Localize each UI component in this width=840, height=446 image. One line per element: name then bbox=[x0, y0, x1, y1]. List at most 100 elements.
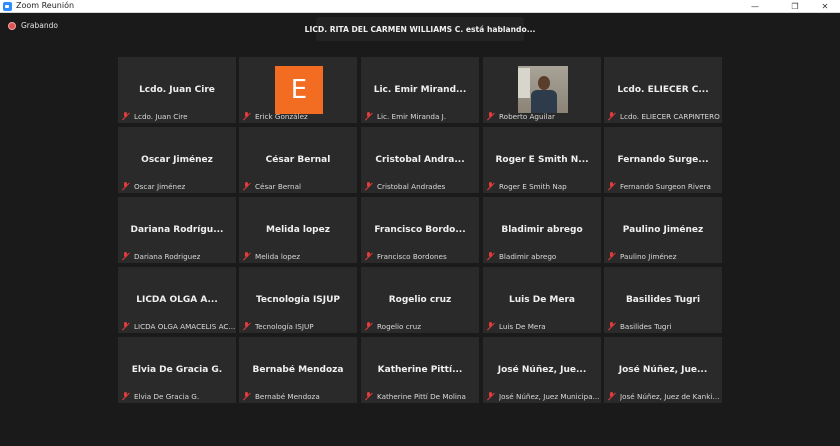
window-titlebar: Zoom Reunión — ❐ ✕ bbox=[0, 0, 840, 13]
participant-tile[interactable]: Rogelio cruz Rogelio cruz bbox=[361, 267, 479, 333]
participant-display-name: Tecnología ISJUP bbox=[255, 295, 341, 305]
muted-mic-icon bbox=[242, 182, 251, 191]
participant-name-bar: Elvia De Gracia G. bbox=[118, 390, 236, 403]
muted-mic-icon bbox=[121, 252, 130, 261]
participant-name-bar: Oscar Jiménez bbox=[118, 180, 236, 193]
muted-mic-icon bbox=[364, 252, 373, 261]
participant-display-name: Lcdo. Juan Cire bbox=[139, 85, 215, 95]
recording-label: Grabando bbox=[21, 21, 58, 30]
participant-display-name: Katherine Pittí... bbox=[377, 365, 463, 375]
participant-name-label: LICDA OLGA AMACELIS AC... bbox=[134, 322, 236, 331]
participant-tile[interactable]: Roger E Smith N... Roger E Smith Nap bbox=[483, 127, 601, 193]
participant-tile[interactable]: Lcdo. Juan Cire Lcdo. Juan Cire bbox=[118, 57, 236, 123]
participant-display-name: Elvia De Gracia G. bbox=[131, 365, 223, 375]
participant-name-bar: Cristobal Andrades bbox=[361, 180, 479, 193]
participant-name-bar: Dariana Rodriguez bbox=[118, 250, 236, 263]
muted-mic-icon bbox=[121, 112, 130, 121]
participant-tile[interactable]: Roberto Aguilar bbox=[483, 57, 601, 123]
participant-tile[interactable]: Oscar Jiménez Oscar Jiménez bbox=[118, 127, 236, 193]
participant-tile[interactable]: Cristobal Andra... Cristobal Andrades bbox=[361, 127, 479, 193]
participant-name-bar: Bladimir abrego bbox=[483, 250, 601, 263]
participant-name-bar: José Núñez, Juez Municipa... bbox=[483, 390, 601, 403]
participant-name-bar: Francisco Bordones bbox=[361, 250, 479, 263]
participant-name-label: Oscar Jiménez bbox=[134, 182, 186, 191]
participant-name-bar: Roger E Smith Nap bbox=[483, 180, 601, 193]
recording-indicator[interactable]: Grabando bbox=[8, 21, 58, 30]
participant-name-label: Melida lopez bbox=[255, 252, 301, 261]
participant-display-name: Luis De Mera bbox=[509, 295, 575, 305]
muted-mic-icon bbox=[121, 182, 130, 191]
minimize-button[interactable]: — bbox=[738, 0, 772, 12]
participant-name-bar: Tecnología ISJUP bbox=[239, 320, 357, 333]
participant-name-bar: José Núñez, Juez de Kankintú bbox=[604, 390, 722, 403]
participant-display-name: Rogelio cruz bbox=[388, 295, 452, 305]
participant-tile[interactable]: César Bernal César Bernal bbox=[239, 127, 357, 193]
participant-tile[interactable]: E Erick González bbox=[239, 57, 357, 123]
participant-name-label: Katherine Pittí De Molina bbox=[377, 392, 466, 401]
participant-display-name: Melida lopez bbox=[266, 225, 330, 235]
participant-tile[interactable]: Dariana Rodrígu... Dariana Rodriguez bbox=[118, 197, 236, 263]
participant-tile[interactable]: José Núñez, Jue... José Núñez, Juez Munic… bbox=[483, 337, 601, 403]
zoom-app-icon bbox=[3, 2, 12, 11]
active-speaker-banner: LICD. RITA DEL CARMEN WILLIAMS C. está h… bbox=[305, 17, 535, 41]
participant-tile[interactable]: Francisco Bordo... Francisco Bordones bbox=[361, 197, 479, 263]
participant-video bbox=[518, 66, 568, 113]
participant-display-name: Fernando Surge... bbox=[617, 155, 709, 165]
participant-name-label: Paulino Jiménez bbox=[620, 252, 677, 261]
participant-name-label: Dariana Rodriguez bbox=[134, 252, 201, 261]
close-button[interactable]: ✕ bbox=[808, 0, 840, 12]
participant-name-label: Bernabé Mendoza bbox=[255, 392, 320, 401]
participant-name-label: José Núñez, Juez de Kankintú bbox=[620, 392, 722, 401]
participant-name-label: Roger E Smith Nap bbox=[499, 182, 567, 191]
participant-display-name: Paulino Jiménez bbox=[622, 225, 704, 235]
participant-display-name: Bladimir abrego bbox=[501, 225, 583, 235]
muted-mic-icon bbox=[486, 392, 495, 401]
participant-display-name: César Bernal bbox=[265, 155, 331, 165]
participant-name-label: Cristobal Andrades bbox=[377, 182, 446, 191]
participant-display-name: LICDA OLGA A... bbox=[136, 295, 218, 305]
participant-name-label: Rogelio cruz bbox=[377, 322, 421, 331]
participant-tile[interactable]: LICDA OLGA A... LICDA OLGA AMACELIS AC... bbox=[118, 267, 236, 333]
muted-mic-icon bbox=[364, 182, 373, 191]
participant-name-label: Roberto Aguilar bbox=[499, 112, 555, 121]
participant-display-name: Cristobal Andra... bbox=[375, 155, 465, 165]
muted-mic-icon bbox=[121, 322, 130, 331]
participant-tile[interactable]: Luis De Mera Luis De Mera bbox=[483, 267, 601, 333]
muted-mic-icon bbox=[486, 252, 495, 261]
maximize-button[interactable]: ❐ bbox=[778, 0, 812, 12]
participant-name-label: Lic. Emir Miranda J. bbox=[377, 112, 447, 121]
participant-name-label: Lcdo. ELIECER CARPINTERO bbox=[620, 112, 720, 121]
participant-tile[interactable]: Basilides Tugri Basilides Tugri bbox=[604, 267, 722, 333]
muted-mic-icon bbox=[607, 252, 616, 261]
participant-name-bar: Fernando Surgeon Rivera bbox=[604, 180, 722, 193]
muted-mic-icon bbox=[607, 112, 616, 121]
participant-tile[interactable]: Tecnología ISJUP Tecnología ISJUP bbox=[239, 267, 357, 333]
participant-tile[interactable]: Lcdo. ELIECER C... Lcdo. ELIECER CARPINTE… bbox=[604, 57, 722, 123]
muted-mic-icon bbox=[364, 112, 373, 121]
participant-tile[interactable]: Lic. Emir Mirand... Lic. Emir Miranda J. bbox=[361, 57, 479, 123]
participant-tile[interactable]: Katherine Pittí... Katherine Pittí De Mol… bbox=[361, 337, 479, 403]
participant-name-bar: Basilides Tugri bbox=[604, 320, 722, 333]
muted-mic-icon bbox=[364, 392, 373, 401]
participant-tile[interactable]: Bernabé Mendoza Bernabé Mendoza bbox=[239, 337, 357, 403]
participant-tile[interactable]: José Núñez, Jue... José Núñez, Juez de Ka… bbox=[604, 337, 722, 403]
participant-display-name: Bernabé Mendoza bbox=[252, 365, 344, 375]
muted-mic-icon bbox=[486, 112, 495, 121]
participant-name-label: Francisco Bordones bbox=[377, 252, 447, 261]
participant-name-bar: Melida lopez bbox=[239, 250, 357, 263]
participant-name-bar: César Bernal bbox=[239, 180, 357, 193]
participant-tile[interactable]: Elvia De Gracia G. Elvia De Gracia G. bbox=[118, 337, 236, 403]
participant-tile[interactable]: Paulino Jiménez Paulino Jiménez bbox=[604, 197, 722, 263]
muted-mic-icon bbox=[607, 392, 616, 401]
participant-tile[interactable]: Melida lopez Melida lopez bbox=[239, 197, 357, 263]
participant-name-label: Elvia De Gracia G. bbox=[134, 392, 200, 401]
participant-name-bar: Paulino Jiménez bbox=[604, 250, 722, 263]
muted-mic-icon bbox=[242, 112, 251, 121]
participant-tile[interactable]: Bladimir abrego Bladimir abrego bbox=[483, 197, 601, 263]
participant-name-bar: Katherine Pittí De Molina bbox=[361, 390, 479, 403]
participant-tile[interactable]: Fernando Surge... Fernando Surgeon Rivera bbox=[604, 127, 722, 193]
muted-mic-icon bbox=[607, 182, 616, 191]
participant-name-bar: Lic. Emir Miranda J. bbox=[361, 110, 479, 123]
participant-name-label: Fernando Surgeon Rivera bbox=[620, 182, 711, 191]
participant-display-name: Francisco Bordo... bbox=[374, 225, 466, 235]
